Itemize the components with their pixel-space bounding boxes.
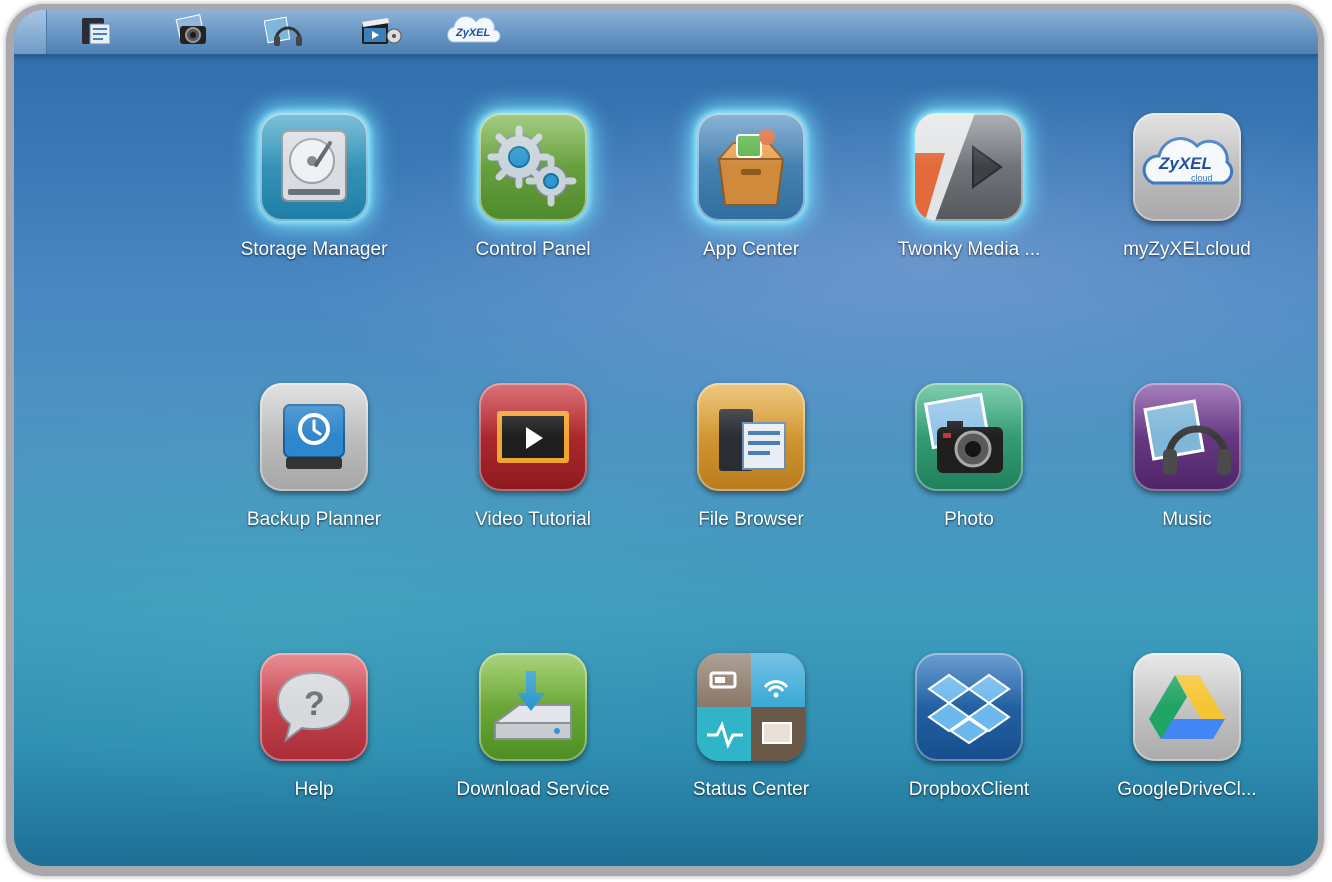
taskbar: ZyXEL — [14, 10, 1318, 55]
video-tutorial-icon — [479, 383, 587, 491]
help-bubble-icon: ? — [260, 653, 368, 761]
app-label: Status Center — [692, 779, 810, 800]
dropbox-icon — [915, 653, 1023, 761]
hard-drive-icon — [260, 113, 368, 221]
app-label: Twonky Media ... — [897, 239, 1041, 260]
backup-drive-icon — [260, 383, 368, 491]
download-icon — [479, 653, 587, 761]
app-app-center[interactable]: App Center — [651, 113, 851, 293]
app-file-browser[interactable]: File Browser — [651, 383, 851, 563]
app-photo[interactable]: Photo — [869, 383, 1069, 563]
app-label: GoogleDriveCl... — [1117, 779, 1257, 800]
taskbar-file-browser-icon[interactable] — [76, 14, 120, 48]
app-label: App Center — [702, 239, 800, 260]
start-tab[interactable] — [14, 10, 47, 54]
app-download-service[interactable]: Download Service — [433, 653, 633, 833]
app-dropbox-client[interactable]: DropboxClient — [869, 653, 1069, 833]
app-label: myZyXELcloud — [1123, 239, 1251, 260]
app-label: Help — [294, 779, 334, 800]
app-label: Backup Planner — [246, 509, 382, 530]
app-backup-planner[interactable]: Backup Planner — [214, 383, 414, 563]
app-label: Photo — [944, 509, 994, 530]
app-control-panel[interactable]: Control Panel — [433, 113, 633, 293]
app-label: File Browser — [698, 509, 804, 530]
app-video-tutorial[interactable]: Video Tutorial — [433, 383, 633, 563]
app-myzyxelcloud[interactable]: ZyXEL cloud myZyXELcloud — [1087, 113, 1287, 293]
camera-icon — [915, 383, 1023, 491]
package-box-icon — [697, 113, 805, 221]
svg-text:?: ? — [304, 685, 325, 723]
status-grid-icon — [697, 653, 805, 761]
taskbar-zyxel-cloud-icon[interactable]: ZyXEL — [442, 14, 504, 48]
app-label: Music — [1162, 509, 1212, 530]
app-storage-manager[interactable]: Storage Manager — [214, 113, 414, 293]
zyxel-cloud-icon: ZyXEL cloud — [1133, 113, 1241, 221]
app-label: Control Panel — [475, 239, 591, 260]
app-label: Video Tutorial — [475, 509, 591, 530]
app-label: DropboxClient — [908, 779, 1030, 800]
gears-icon — [479, 113, 587, 221]
taskbar-photo-icon[interactable] — [170, 14, 214, 48]
app-status-center[interactable]: Status Center — [651, 653, 851, 833]
taskbar-music-icon[interactable] — [260, 14, 304, 48]
headphones-icon — [1133, 383, 1241, 491]
app-music[interactable]: Music — [1087, 383, 1287, 563]
desktop: ZyXEL Storage Manager Control Panel App … — [14, 10, 1318, 866]
svg-text:ZyXEL: ZyXEL — [1158, 154, 1212, 173]
google-drive-icon — [1133, 653, 1241, 761]
svg-text:ZyXEL: ZyXEL — [455, 27, 491, 39]
app-label: Storage Manager — [240, 239, 388, 260]
svg-text:cloud: cloud — [1191, 173, 1213, 183]
file-browser-icon — [697, 383, 805, 491]
app-help[interactable]: ? Help — [214, 653, 414, 833]
taskbar-video-icon[interactable] — [358, 14, 402, 48]
app-label: Download Service — [456, 779, 610, 800]
media-play-icon — [915, 113, 1023, 221]
app-google-drive-client[interactable]: GoogleDriveCl... — [1087, 653, 1287, 833]
app-twonky-media[interactable]: Twonky Media ... — [869, 113, 1069, 293]
